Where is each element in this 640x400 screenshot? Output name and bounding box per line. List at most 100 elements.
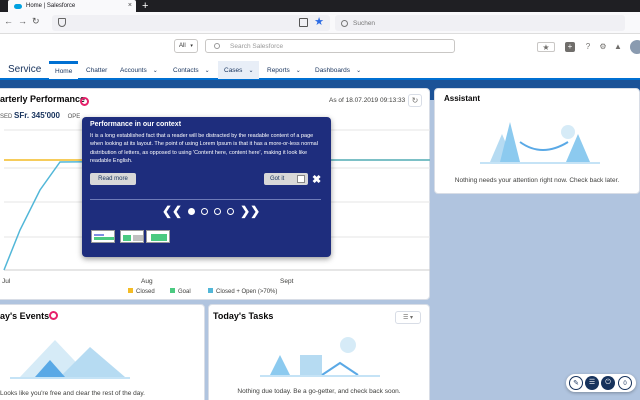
popover-body: It is a long established fact that a rea… — [90, 133, 318, 165]
assistant-title: Assistant — [444, 94, 481, 103]
hammock-shape — [519, 141, 569, 151]
tab-accounts[interactable]: Accounts ⌄ — [114, 61, 164, 79]
legend-swatch-closed-open — [208, 288, 213, 293]
chevron-down-icon: ▾ — [410, 315, 414, 321]
legend-label: Goal — [178, 289, 191, 295]
setup-gear-icon[interactable]: ⚙ — [598, 42, 608, 52]
app-name: Service — [8, 64, 42, 75]
x-tick-label: Sept — [280, 278, 294, 285]
search-icon — [214, 43, 220, 49]
back-icon[interactable]: ← — [4, 16, 13, 26]
got-it-label: Got it — [270, 176, 285, 182]
global-search-placeholder: Search Salesforce — [230, 42, 284, 50]
performance-title: arterly Performance — [0, 94, 86, 104]
prev-arrow-icon[interactable]: ❮❮ — [162, 204, 182, 218]
tab-reports[interactable]: Reports ⌄ — [261, 61, 307, 79]
tasks-title: Today's Tasks — [213, 311, 274, 321]
events-message: Looks like you're free and clear the res… — [0, 390, 145, 397]
global-search-input[interactable]: Search Salesforce — [205, 39, 455, 53]
chevron-down-icon[interactable]: ⌄ — [248, 67, 253, 74]
x-tick-label: Jul — [2, 278, 11, 285]
search-scope-select[interactable]: All ▾ — [174, 39, 198, 53]
thumbnail-graphic — [94, 234, 114, 240]
tasks-message: Nothing due today. Be a go-getter, and c… — [237, 388, 401, 395]
tasks-filter-button[interactable]: ☰ ▾ — [395, 311, 421, 324]
popover-pager: ❮❮ ❯❯ — [162, 204, 260, 218]
read-more-button[interactable]: Read more — [90, 173, 136, 185]
help-icon[interactable]: ? — [583, 42, 593, 52]
tab-label: Accounts — [120, 66, 147, 74]
as-of-timestamp: As of 18.07.2019 09:13:33 — [329, 97, 406, 104]
thumbnail-graphic — [123, 235, 143, 241]
events-title: ay's Events — [0, 311, 50, 321]
tab-contacts[interactable]: Contacts ⌄ — [167, 61, 216, 79]
next-arrow-icon[interactable]: ❯❯ — [240, 204, 260, 218]
reload-icon[interactable]: ↻ — [32, 16, 40, 27]
playground-illustration — [260, 337, 380, 377]
legend-label: Closed + Open (>70%) — [216, 289, 277, 295]
building-shape — [300, 355, 322, 375]
search-scope-value: All — [179, 43, 186, 49]
pocket-icon[interactable] — [299, 18, 308, 27]
hammock-illustration — [480, 122, 600, 164]
refresh-button[interactable]: ↻ — [408, 94, 422, 107]
edit-pencil-icon[interactable]: ✎ — [569, 376, 583, 390]
highlight-ring-icon — [49, 311, 58, 320]
url-bar[interactable]: ★ — [52, 15, 330, 31]
notifications-icon[interactable]: ▲ — [613, 42, 623, 52]
avatar[interactable] — [630, 40, 640, 54]
shield-icon[interactable] — [58, 18, 66, 27]
popover-title: Performance in our context — [90, 121, 182, 128]
legend-label: Closed — [136, 289, 155, 295]
thumbnail-image[interactable] — [91, 230, 115, 243]
popover-divider — [90, 199, 321, 200]
close-icon[interactable]: ✖ — [312, 173, 321, 186]
thumbnail-image[interactable] — [120, 230, 144, 243]
global-actions-icon[interactable]: + — [565, 42, 575, 52]
closed-value: SFr. 345'000 — [14, 111, 60, 120]
tab-title: Home | Salesforce — [26, 3, 76, 9]
camping-illustration — [10, 340, 130, 379]
menu-list-icon[interactable]: ☰ — [585, 376, 599, 390]
got-it-checkbox[interactable] — [297, 175, 305, 183]
tab-close-icon[interactable]: × — [128, 2, 132, 9]
thumbnail-image[interactable] — [146, 230, 170, 243]
browser-search-field[interactable]: Suchen — [335, 15, 625, 31]
pager-dot[interactable] — [188, 207, 196, 215]
sun-shape — [340, 337, 356, 353]
new-tab-button[interactable]: + — [142, 0, 148, 12]
chevron-down-icon[interactable]: ⌄ — [296, 67, 301, 74]
tab-label: Reports — [267, 66, 290, 74]
salesforce-cloud-icon — [14, 3, 22, 9]
tab-cases[interactable]: Cases ⌄ — [218, 61, 260, 79]
chevron-down-icon[interactable]: ⌄ — [356, 67, 361, 74]
tree-shape — [270, 355, 290, 375]
list-icon: ☰ — [402, 315, 409, 321]
browser-tab[interactable]: Home | Salesforce × — [8, 0, 136, 12]
tab-dashboards[interactable]: Dashboards ⌄ — [309, 61, 367, 79]
thumbnail-graphic — [151, 234, 167, 241]
tab-chatter[interactable]: Chatter — [80, 61, 113, 79]
pager-dot[interactable] — [227, 207, 235, 215]
chevron-down-icon[interactable]: ⌄ — [153, 67, 158, 74]
highlight-ring-icon — [80, 97, 89, 106]
pager-dot[interactable] — [214, 207, 222, 215]
chevron-down-icon: ▾ — [190, 43, 193, 49]
tab-label: Dashboards — [315, 66, 351, 74]
favorites-icon[interactable]: ★ — [537, 42, 555, 52]
performance-summary: SED SFr. 345'000 OPE — [0, 111, 80, 120]
tab-home[interactable]: Home — [49, 61, 79, 79]
seesaw-shape — [321, 361, 359, 376]
bookmark-star-icon[interactable]: ★ — [314, 15, 324, 28]
pager-dot[interactable] — [201, 207, 209, 215]
sun-shape — [561, 125, 575, 139]
got-it-button[interactable]: Got it — [264, 173, 308, 185]
assistant-message: Nothing needs your attention right now. … — [454, 177, 620, 184]
tab-label: Cases — [224, 66, 243, 74]
power-icon[interactable]: ⏻ — [601, 376, 615, 390]
tab-label: Chatter — [86, 66, 108, 74]
chevron-down-icon[interactable]: ⌄ — [205, 67, 210, 74]
forward-icon[interactable]: → — [18, 16, 27, 26]
count-badge[interactable]: 0 — [618, 376, 632, 390]
tab-label: Contacts — [173, 66, 199, 74]
